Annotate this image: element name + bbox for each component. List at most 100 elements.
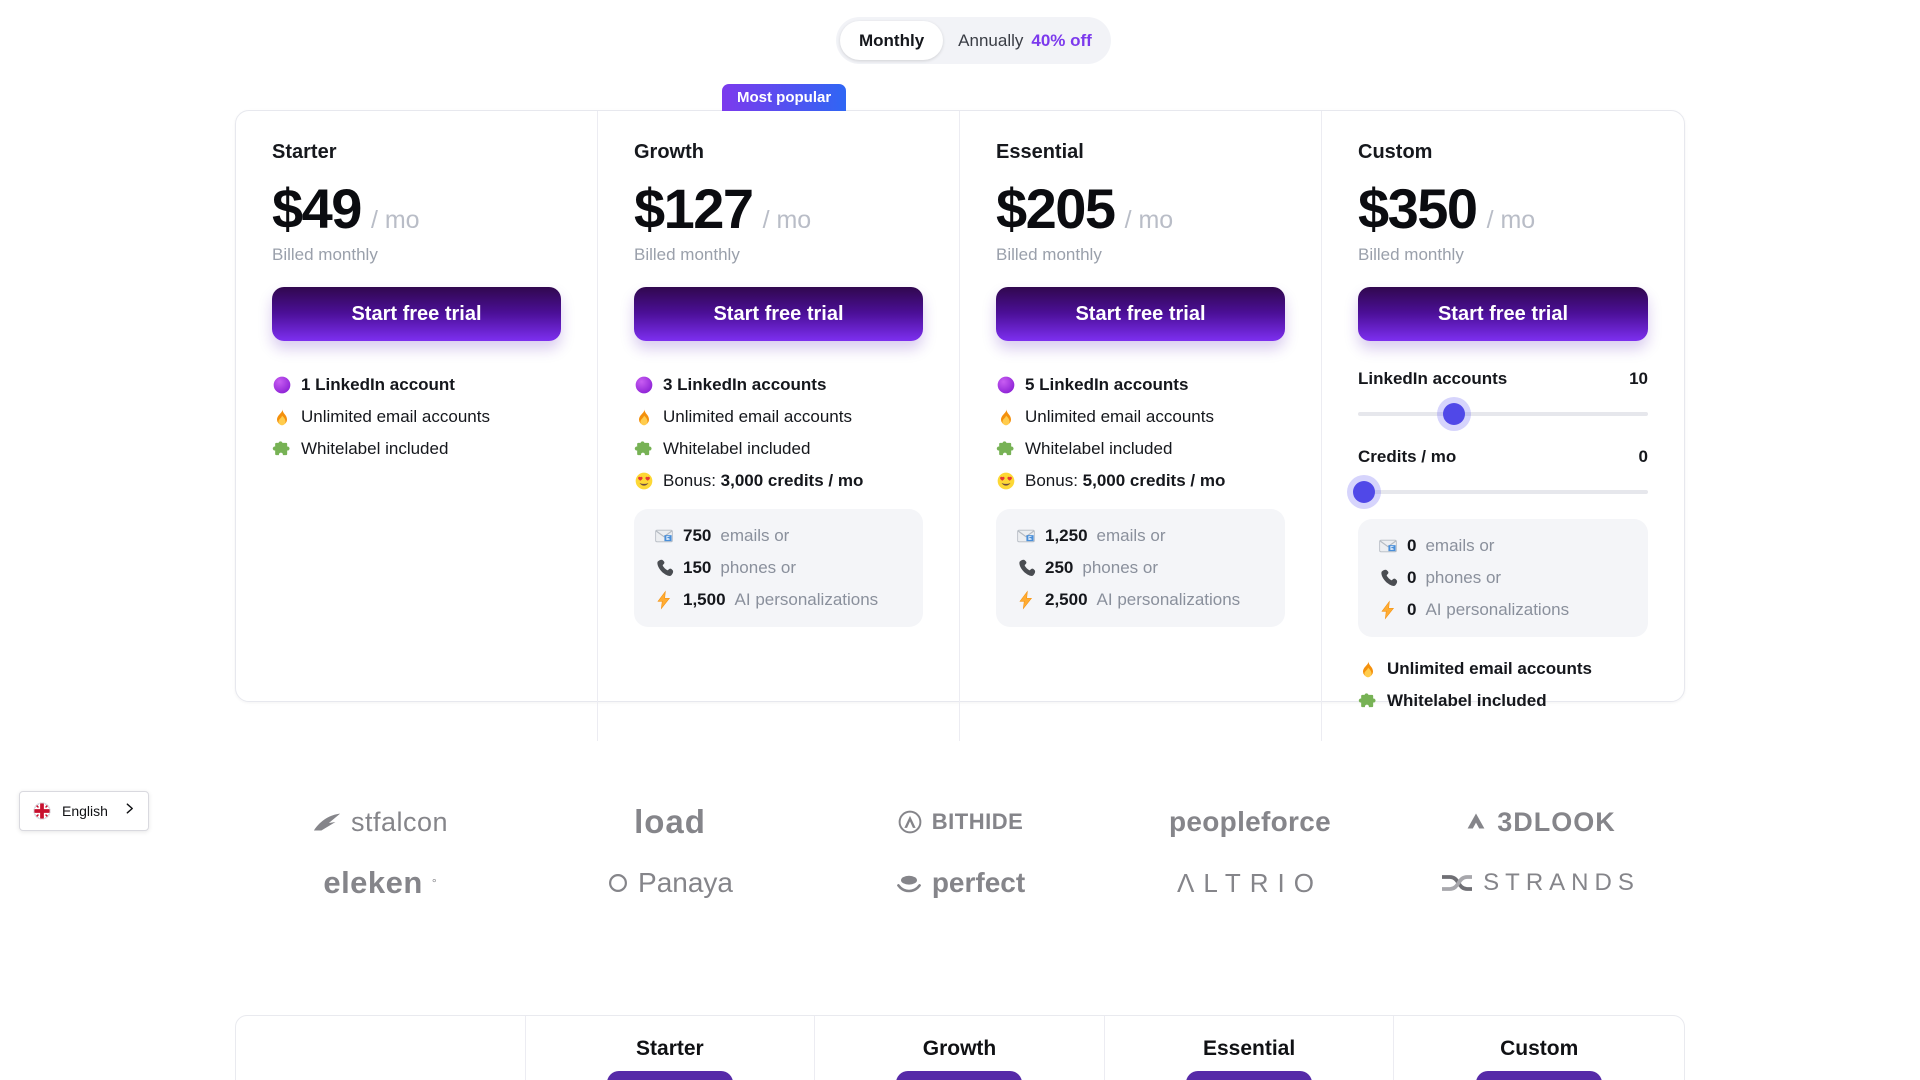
start-free-trial-button[interactable]: Start free trial xyxy=(1358,287,1648,341)
pricing-page: Monthly Annually 40% off Most popular St… xyxy=(0,0,1920,1080)
feature-text: Whitelabel included xyxy=(1025,439,1172,459)
plan-period: / mo xyxy=(763,206,812,235)
feature-text: Unlimited email accounts xyxy=(301,407,490,427)
plan-feature: Unlimited email accounts xyxy=(272,407,561,427)
comparison-cta-button[interactable] xyxy=(1476,1071,1602,1080)
credit-value: 250 xyxy=(1045,558,1073,578)
logo-eleken: eleken° xyxy=(323,865,436,901)
credit-value: 1,250 xyxy=(1045,526,1088,546)
plan-price: $205 xyxy=(996,176,1115,241)
feature-text: 5 LinkedIn accounts xyxy=(1025,375,1188,395)
credit-label: phones or xyxy=(1425,568,1501,588)
plan-feature: Whitelabel included xyxy=(1358,691,1648,711)
comparison-table-header: Starter Growth Essential Custom xyxy=(235,1015,1685,1080)
phone-icon xyxy=(1016,558,1036,578)
logo-wordmark: BITHIDE xyxy=(932,809,1024,835)
feature-text: Bonus: 5,000 credits / mo xyxy=(1025,471,1225,491)
credit-row: E750emails or xyxy=(654,526,903,546)
logo-peopleforce: peopleforce xyxy=(1169,806,1331,838)
plan-features: 3 LinkedIn accounts Unlimited email accou… xyxy=(634,375,923,491)
slider-head: LinkedIn accounts10 xyxy=(1358,369,1648,389)
lightning-icon xyxy=(1378,600,1398,620)
credit-value: 0 xyxy=(1407,536,1416,556)
email-icon: E xyxy=(654,526,674,546)
comparison-plan-name: Custom xyxy=(1500,1037,1578,1061)
puzzle-icon xyxy=(1358,691,1378,711)
slider-value: 10 xyxy=(1629,369,1648,389)
phone-icon xyxy=(654,558,674,578)
logo-wordmark: peopleforce xyxy=(1169,806,1331,838)
start-free-trial-button[interactable]: Start free trial xyxy=(272,287,561,341)
lightning-icon xyxy=(654,590,674,610)
heart-eyes-icon xyxy=(634,471,654,491)
credit-label: AI personalizations xyxy=(735,590,879,610)
credits-mo-slider-thumb[interactable] xyxy=(1353,481,1375,503)
plan-price-row: $127 / mo xyxy=(634,176,923,241)
logo-strands: STRANDS xyxy=(1440,869,1640,897)
email-icon: E xyxy=(1016,526,1036,546)
credit-label: phones or xyxy=(720,558,796,578)
comparison-plan-name: Growth xyxy=(923,1037,997,1061)
billing-note: Billed monthly xyxy=(996,245,1285,265)
comparison-feature-column xyxy=(236,1016,526,1080)
comparison-column-custom: Custom xyxy=(1394,1016,1684,1080)
plan-card-starter: Starter$49/ moBilled monthlyStart free t… xyxy=(236,111,598,741)
threedlook-triangle-icon xyxy=(1464,810,1488,834)
logo-wordmark: load xyxy=(634,803,706,841)
billing-note: Billed monthly xyxy=(634,245,923,265)
slider-group-linkedin-accounts: LinkedIn accounts10 xyxy=(1358,369,1648,425)
feature-text: Whitelabel included xyxy=(301,439,448,459)
credit-label: emails or xyxy=(1425,536,1494,556)
linkedin-accounts-slider-thumb[interactable] xyxy=(1443,403,1465,425)
logo-wordmark: eleken xyxy=(323,865,423,901)
logo-perfect: perfect xyxy=(895,867,1025,899)
fire-icon xyxy=(1358,659,1378,679)
credit-row: E1,250emails or xyxy=(1016,526,1265,546)
plan-price-row: $350/ mo xyxy=(1358,176,1648,241)
uk-flag-icon xyxy=(32,801,52,821)
plan-price: $49 xyxy=(272,176,361,241)
puzzle-icon xyxy=(996,439,1016,459)
plan-price: $127 xyxy=(634,176,753,241)
feature-text: Unlimited email accounts xyxy=(1025,407,1214,427)
feature-text: Whitelabel included xyxy=(663,439,810,459)
logo-wordmark: stfalcon xyxy=(351,807,448,838)
plan-feature: Bonus: 5,000 credits / mo xyxy=(996,471,1285,491)
comparison-cta-button[interactable] xyxy=(896,1071,1022,1080)
plan-feature: 1 LinkedIn account xyxy=(272,375,561,395)
comparison-column-starter: Starter xyxy=(526,1016,816,1080)
comparison-cta-button[interactable] xyxy=(607,1071,733,1080)
feature-text: Bonus: 3,000 credits / mo xyxy=(663,471,863,491)
language-selector[interactable]: English xyxy=(19,791,149,831)
purple-circle-icon xyxy=(272,375,292,395)
plan-name: Custom xyxy=(1358,141,1648,164)
credit-label: emails or xyxy=(720,526,789,546)
credit-row: 1,500AI personalizations xyxy=(654,590,903,610)
slider-head: Credits / mo0 xyxy=(1358,447,1648,467)
credits-mo-slider[interactable] xyxy=(1358,481,1648,503)
plan-features: 5 LinkedIn accounts Unlimited email accou… xyxy=(996,375,1285,491)
toggle-annually[interactable]: Annually 40% off xyxy=(943,31,1107,51)
logo-threedlook: 3DLOOK xyxy=(1464,807,1616,838)
logo-bithide: BITHIDE xyxy=(897,809,1024,835)
feature-text: Whitelabel included xyxy=(1387,691,1547,711)
credit-row: E0emails or xyxy=(1378,536,1628,556)
start-free-trial-button[interactable]: Start free trial xyxy=(634,287,923,341)
lightning-icon xyxy=(1016,590,1036,610)
comparison-cta-button[interactable] xyxy=(1186,1071,1312,1080)
plan-card-custom: Custom$350/ moBilled monthlyStart free t… xyxy=(1322,111,1684,741)
toggle-monthly[interactable]: Monthly xyxy=(840,21,943,60)
linkedin-accounts-slider[interactable] xyxy=(1358,403,1648,425)
plan-price-row: $49/ mo xyxy=(272,176,561,241)
credit-value: 2,500 xyxy=(1045,590,1088,610)
plan-feature: 3 LinkedIn accounts xyxy=(634,375,923,395)
credit-value: 0 xyxy=(1407,568,1416,588)
comparison-plan-name: Essential xyxy=(1203,1037,1295,1061)
plan-name: Essential xyxy=(996,141,1285,164)
logo-wordmark: ΛLTRIO xyxy=(1177,868,1323,899)
discount-badge: 40% off xyxy=(1031,31,1091,51)
plan-feature: Unlimited email accounts xyxy=(634,407,923,427)
slider-value: 0 xyxy=(1639,447,1648,467)
start-free-trial-button[interactable]: Start free trial xyxy=(996,287,1285,341)
fire-icon xyxy=(634,407,654,427)
